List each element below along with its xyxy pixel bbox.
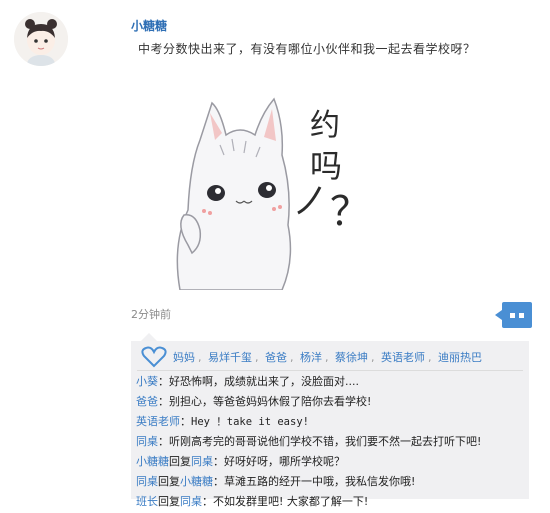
username[interactable]: 小糖糖 xyxy=(131,17,167,34)
comment-colon: ： xyxy=(213,475,224,488)
comment-text: 草滩五路的经开一中哦，我私信发你哦! xyxy=(224,475,416,488)
comment-text: 好呀好呀，哪所学校呢？ xyxy=(224,455,345,468)
comment-item: 同桌：听刚高考完的哥哥说他们学校不错，我们要不然一起去打听下吧! xyxy=(136,432,528,452)
likes-row: 妈妈, 易烊千玺, 爸爸, 杨洋, 蔡徐坤, 英语老师, 迪丽热巴 xyxy=(141,346,526,368)
divider xyxy=(137,370,523,371)
comment-reply-word: 回复 xyxy=(158,475,180,488)
comment-reply-target[interactable]: 同桌 xyxy=(180,495,202,508)
comment-reply-word: 回复 xyxy=(169,455,191,468)
post-text: 中考分数快出来了，有没有哪位小伙伴和我一起去看学校呀？ xyxy=(138,42,476,56)
comment-dot-icon xyxy=(510,313,515,318)
comment-colon: ： xyxy=(202,495,213,508)
comment-item: 小葵：好恐怖啊，成绩就出来了，没脸面对.... xyxy=(136,372,528,392)
heart-icon[interactable] xyxy=(141,346,167,368)
like-user[interactable]: 蔡徐坤 xyxy=(335,351,368,364)
comment-item: 同桌回复小糖糖：草滩五路的经开一中哦，我私信发你哦! xyxy=(136,472,528,492)
comment-item: 爸爸：别担心，等爸爸妈妈休假了陪你去看学校! xyxy=(136,392,528,412)
avatar[interactable] xyxy=(14,12,68,66)
like-user[interactable]: 易烊千玺 xyxy=(208,351,252,364)
comment-button[interactable] xyxy=(495,302,532,328)
comment-text: 不如发群里吧! 大家都了解一下! xyxy=(213,495,369,508)
comment-author[interactable]: 爸爸 xyxy=(136,395,158,408)
comment-colon: ： xyxy=(213,455,224,468)
comment-text: 听刚高考完的哥哥说他们学校不错，我们要不然一起去打听下吧! xyxy=(169,435,482,448)
comment-author[interactable]: 小葵 xyxy=(136,375,158,388)
like-user[interactable]: 英语老师 xyxy=(381,351,425,364)
comment-colon: ： xyxy=(158,435,169,448)
comment-text: Hey ！take it easy! xyxy=(191,416,309,428)
cat-sticker-icon: 约 吗 ？ xyxy=(176,97,370,291)
comments-list: 小葵：好恐怖啊，成绩就出来了，没脸面对.... 爸爸：别担心，等爸爸妈妈休假了陪… xyxy=(136,372,528,512)
avatar-girl-icon xyxy=(14,12,68,66)
comment-colon: ： xyxy=(158,395,169,408)
like-user[interactable]: 迪丽热巴 xyxy=(438,351,482,364)
like-user[interactable]: 妈妈 xyxy=(173,351,195,364)
comment-colon: ： xyxy=(180,415,191,428)
sticker-question-mark: ？ xyxy=(330,189,370,235)
likes-list: 妈妈, 易烊千玺, 爸爸, 杨洋, 蔡徐坤, 英语老师, 迪丽热巴 xyxy=(173,351,482,364)
comment-reply-word: 回复 xyxy=(158,495,180,508)
comment-author[interactable]: 班长 xyxy=(136,495,158,508)
comment-author[interactable]: 同桌 xyxy=(136,435,158,448)
comment-text: 别担心，等爸爸妈妈休假了陪你去看学校! xyxy=(169,395,372,408)
comment-dot-icon xyxy=(519,313,524,318)
comment-item: 英语老师：Hey ！take it easy! xyxy=(136,412,528,432)
comment-colon: ： xyxy=(158,375,169,388)
comment-item: 小糖糖回复同桌：好呀好呀，哪所学校呢？ xyxy=(136,452,528,472)
sticker-image: 约 吗 ？ xyxy=(160,95,375,291)
comment-author[interactable]: 同桌 xyxy=(136,475,158,488)
comment-section: 妈妈, 易烊千玺, 爸爸, 杨洋, 蔡徐坤, 英语老师, 迪丽热巴 小葵：好恐怖… xyxy=(131,333,529,508)
like-user[interactable]: 爸爸 xyxy=(265,351,287,364)
comment-text: 好恐怖啊，成绩就出来了，没脸面对.... xyxy=(169,375,359,388)
timestamp: 2分钟前 xyxy=(131,308,171,321)
comment-author[interactable]: 英语老师 xyxy=(136,415,180,428)
sticker-text-ma: 吗 xyxy=(310,147,342,185)
comment-item: 班长回复同桌：不如发群里吧! 大家都了解一下! xyxy=(136,492,528,512)
comment-author[interactable]: 小糖糖 xyxy=(136,455,169,468)
like-user[interactable]: 杨洋 xyxy=(300,351,322,364)
sticker-text-yue: 约 xyxy=(310,108,340,143)
comment-reply-target[interactable]: 同桌 xyxy=(191,455,213,468)
comment-reply-target[interactable]: 小糖糖 xyxy=(180,475,213,488)
